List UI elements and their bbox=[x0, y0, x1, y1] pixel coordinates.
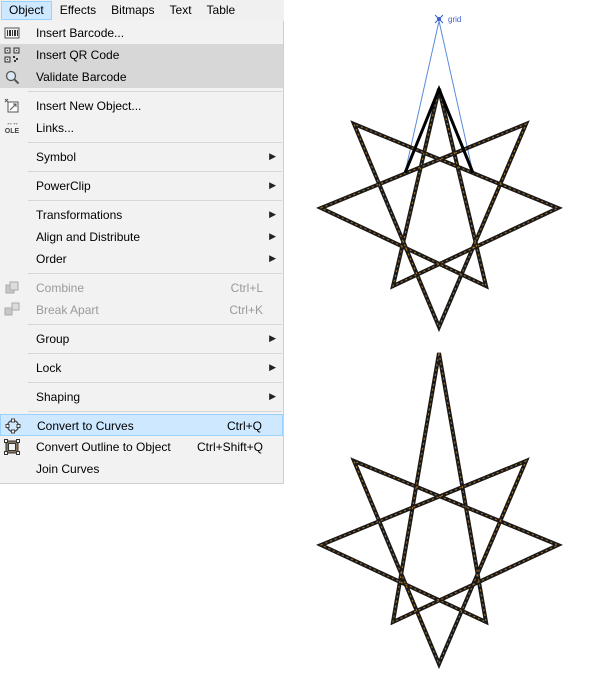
menu-item-label: Break Apart bbox=[36, 303, 99, 317]
menu-item-symbol[interactable]: Symbol ▶ bbox=[0, 146, 283, 168]
menu-object[interactable]: Object bbox=[1, 1, 52, 20]
menu-item-label: Insert Barcode... bbox=[36, 26, 125, 40]
submenu-arrow-icon: ▶ bbox=[269, 180, 276, 190]
menu-item-label: Transformations bbox=[36, 208, 123, 222]
menu-item-label: Lock bbox=[36, 361, 62, 375]
menu-item-label: Shaping bbox=[36, 390, 81, 404]
menu-item-shortcut: Ctrl+L bbox=[230, 281, 263, 295]
menu-item-lock[interactable]: Lock ▶ bbox=[0, 357, 283, 379]
menu-item-group[interactable]: Group ▶ bbox=[0, 328, 283, 350]
menu-item-order[interactable]: Order ▶ bbox=[0, 248, 283, 270]
object-dropdown-menu: Insert Barcode... Insert QR Code Validat… bbox=[0, 21, 284, 484]
menu-item-shortcut: Ctrl+K bbox=[229, 303, 263, 317]
submenu-arrow-icon: ▶ bbox=[269, 391, 276, 401]
menu-item-convert-to-curves[interactable]: Convert to Curves Ctrl+Q bbox=[0, 414, 283, 436]
menu-item-label: PowerClip bbox=[36, 179, 91, 193]
menu-item-label: Order bbox=[36, 252, 67, 266]
break-apart-icon bbox=[4, 302, 20, 316]
menu-separator bbox=[28, 411, 282, 412]
barcode-icon bbox=[4, 27, 20, 39]
menubar: Object Effects Bitmaps Text Table bbox=[0, 0, 284, 22]
convert-outline-icon bbox=[4, 439, 20, 455]
menu-item-break-apart[interactable]: Break Apart Ctrl+K bbox=[0, 299, 283, 321]
submenu-arrow-icon: ▶ bbox=[269, 333, 276, 343]
menu-item-label: Align and Distribute bbox=[36, 230, 141, 244]
menu-separator bbox=[28, 382, 282, 383]
menu-separator bbox=[28, 171, 282, 172]
submenu-arrow-icon: ▶ bbox=[269, 362, 276, 372]
menu-item-label: Convert Outline to Object bbox=[36, 440, 171, 454]
menu-bitmaps[interactable]: Bitmaps bbox=[104, 1, 161, 20]
menu-item-shortcut: Ctrl+Q bbox=[226, 419, 262, 433]
menu-item-label: Links... bbox=[36, 121, 75, 135]
menu-item-label: Validate Barcode bbox=[36, 70, 127, 84]
menu-item-insert-barcode[interactable]: Insert Barcode... bbox=[0, 22, 283, 44]
menu-item-combine[interactable]: Combine Ctrl+L bbox=[0, 277, 283, 299]
magnifier-icon bbox=[5, 70, 20, 85]
ole-icon: ↔↔ OLE bbox=[4, 120, 20, 135]
menu-item-insert-qr-code[interactable]: Insert QR Code bbox=[0, 44, 283, 66]
guide-line-left bbox=[404, 20, 440, 174]
convert-curves-icon bbox=[5, 418, 21, 434]
menu-separator bbox=[28, 353, 282, 354]
star-top[interactable] bbox=[316, 85, 563, 333]
new-object-icon bbox=[4, 98, 19, 113]
star-bottom[interactable] bbox=[316, 352, 563, 670]
menu-item-label: Group bbox=[36, 332, 70, 346]
menu-item-transformations[interactable]: Transformations ▶ bbox=[0, 204, 283, 226]
menu-item-label: Join Curves bbox=[36, 462, 100, 476]
menu-item-insert-new-object[interactable]: Insert New Object... bbox=[0, 95, 283, 117]
menu-item-shaping[interactable]: Shaping ▶ bbox=[0, 386, 283, 408]
menu-separator bbox=[28, 91, 282, 92]
submenu-arrow-icon: ▶ bbox=[269, 231, 276, 241]
menu-effects[interactable]: Effects bbox=[53, 1, 103, 20]
menu-item-powerclip[interactable]: PowerClip ▶ bbox=[0, 175, 283, 197]
submenu-arrow-icon: ▶ bbox=[269, 253, 276, 263]
snap-node-icon[interactable] bbox=[434, 14, 444, 24]
menu-item-convert-outline-to-object[interactable]: Convert Outline to Object Ctrl+Shift+Q bbox=[0, 436, 283, 458]
menu-separator bbox=[28, 324, 282, 325]
qr-code-icon bbox=[4, 47, 20, 63]
submenu-arrow-icon: ▶ bbox=[269, 209, 276, 219]
submenu-arrow-icon: ▶ bbox=[269, 151, 276, 161]
menu-item-shortcut: Ctrl+Shift+Q bbox=[196, 440, 263, 454]
snap-label: grid bbox=[448, 15, 461, 24]
menu-item-validate-barcode[interactable]: Validate Barcode bbox=[0, 66, 283, 88]
combine-icon bbox=[5, 281, 19, 294]
menu-item-links[interactable]: ↔↔ OLE Links... bbox=[0, 117, 283, 139]
guide-line-right bbox=[438, 20, 474, 174]
menu-separator bbox=[28, 200, 282, 201]
menu-separator bbox=[28, 142, 282, 143]
menu-item-label: Convert to Curves bbox=[37, 419, 134, 433]
menu-text[interactable]: Text bbox=[163, 1, 199, 20]
menu-separator bbox=[28, 273, 282, 274]
menu-item-label: Insert New Object... bbox=[36, 99, 142, 113]
menu-item-label: Symbol bbox=[36, 150, 77, 164]
menu-item-label: Combine bbox=[36, 281, 85, 295]
menu-table[interactable]: Table bbox=[200, 1, 243, 20]
menu-item-join-curves[interactable]: Join Curves bbox=[0, 458, 283, 480]
menu-item-align-and-distribute[interactable]: Align and Distribute ▶ bbox=[0, 226, 283, 248]
menu-item-label: Insert QR Code bbox=[36, 48, 120, 62]
